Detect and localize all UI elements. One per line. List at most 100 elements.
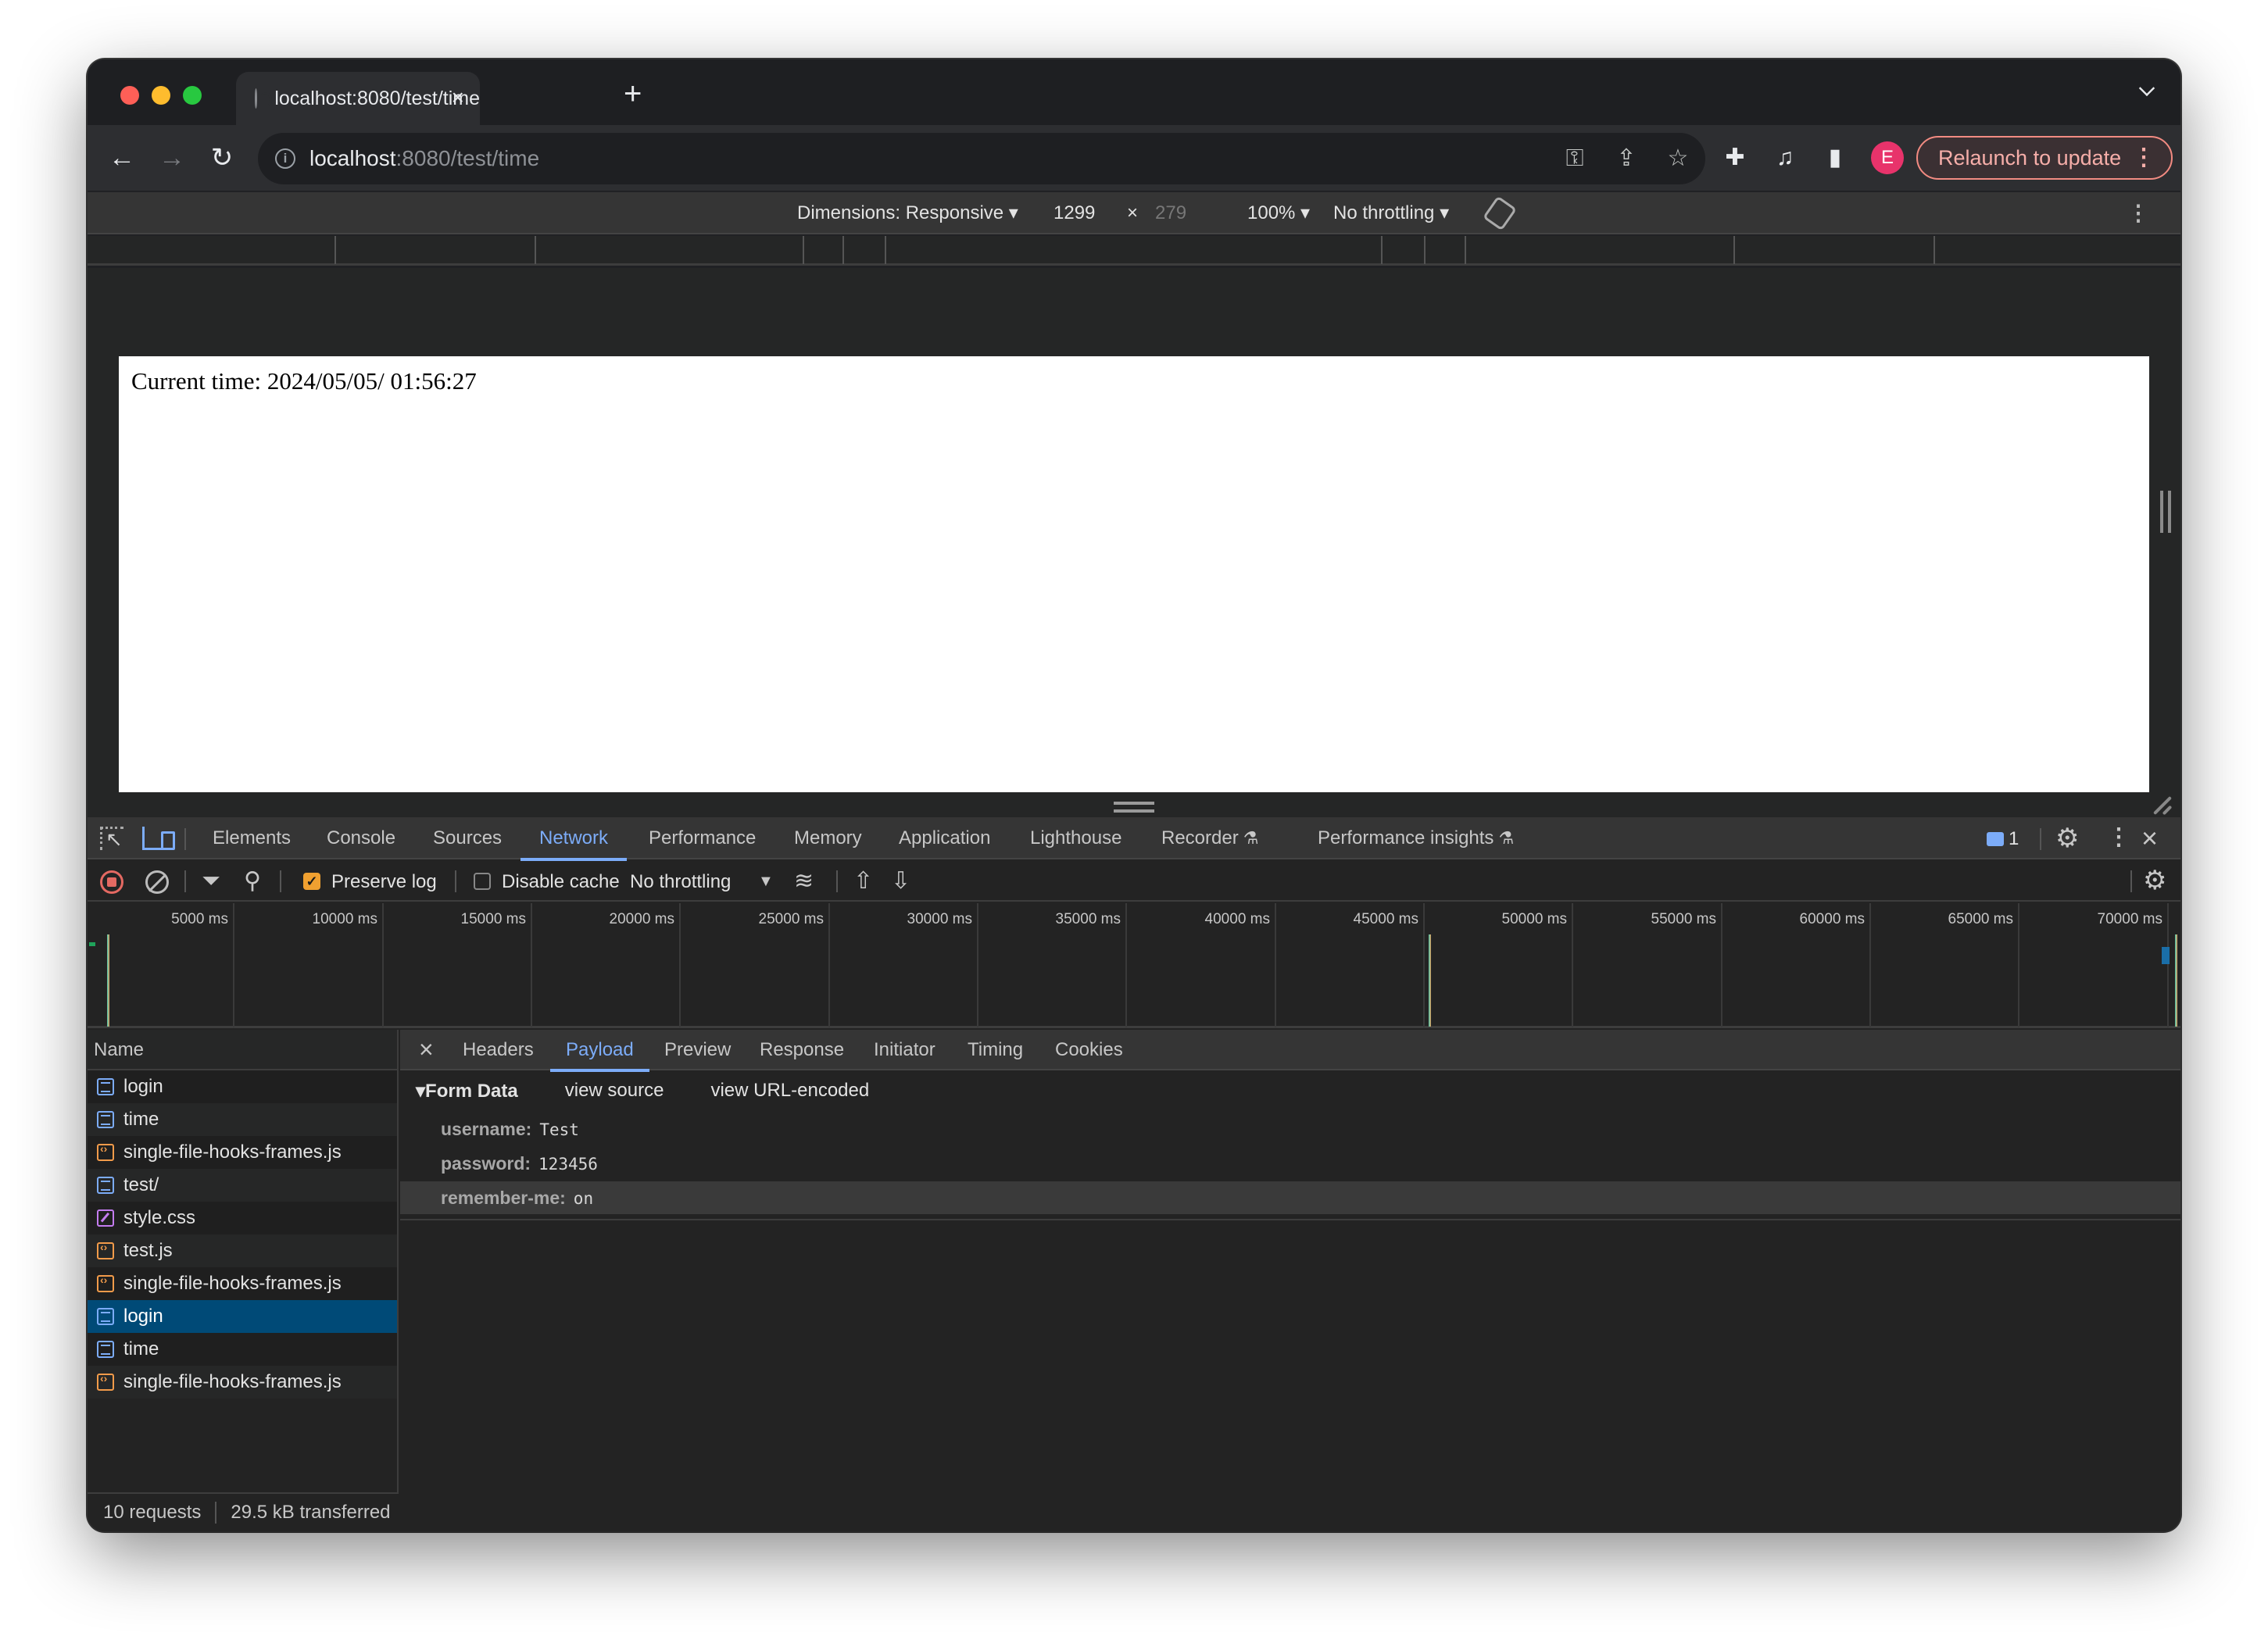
browser-tab[interactable]: localhost:8080/test/time × (236, 72, 480, 125)
network-settings-gear-icon[interactable]: ⚙ (2143, 867, 2166, 894)
minimize-window-button[interactable] (152, 86, 170, 105)
viewport-corner-resize-handle[interactable] (2152, 796, 2173, 813)
viewport-width-resize-handle[interactable] (2160, 491, 2171, 533)
request-name: login (123, 1076, 163, 1097)
back-button[interactable]: ← (105, 141, 139, 175)
stop-recording-icon[interactable] (100, 870, 123, 894)
inspect-element-icon[interactable] (100, 827, 123, 852)
request-row[interactable]: single-file-hooks-frames.js (88, 1366, 397, 1399)
export-har-download-icon[interactable]: ⇩ (891, 867, 910, 895)
request-row[interactable]: test.js (88, 1234, 397, 1267)
close-tab-icon[interactable]: × (452, 86, 464, 109)
relaunch-to-update-button[interactable]: Relaunch to update ⋮ (1916, 136, 2173, 180)
request-details-panel: × Headers Payload Preview Response Initi… (400, 1030, 2180, 1531)
form-field-value: 123456 (538, 1155, 598, 1174)
chevron-down-icon[interactable]: ▼ (758, 867, 774, 895)
tab-recorder[interactable]: Recorder ⚗ (1161, 817, 1258, 859)
tab-initiator[interactable]: Initiator (874, 1030, 935, 1070)
import-har-upload-icon[interactable]: ⇧ (853, 867, 873, 895)
network-toolbar: ⏷ ⚲ ✓ Preserve log Disable cache No thro… (88, 861, 2180, 902)
form-field-value: on (573, 1189, 594, 1208)
form-field-key: username: (441, 1119, 532, 1139)
tab-cookies[interactable]: Cookies (1055, 1030, 1123, 1070)
tab-performance-insights[interactable]: Performance insights ⚗ (1318, 817, 1514, 859)
url-host: localhost (309, 146, 396, 170)
overview-tick-label: 70000 ms (2097, 911, 2162, 927)
search-icon[interactable]: ⚲ (244, 867, 261, 895)
forward-button[interactable]: → (155, 141, 189, 175)
overview-request-bar (107, 934, 109, 1027)
issues-counter[interactable]: 1 (1987, 828, 2019, 850)
tab-payload[interactable]: Payload (550, 1030, 649, 1072)
zoom-dropdown[interactable]: 100% ▾ (1247, 202, 1310, 225)
network-conditions-wifi-icon[interactable]: ≋ (794, 867, 814, 895)
share-icon[interactable]: ⇪ (1615, 142, 1638, 175)
form-data-toggle[interactable]: ▾Form Data (416, 1080, 518, 1102)
extensions-puzzle-icon[interactable]: ✚ (1721, 141, 1749, 175)
request-row[interactable]: login (88, 1070, 397, 1103)
tab-response[interactable]: Response (760, 1030, 844, 1070)
tab-lighthouse[interactable]: Lighthouse (1030, 817, 1121, 859)
close-details-icon[interactable]: × (419, 1036, 434, 1063)
tab-headers[interactable]: Headers (463, 1030, 534, 1070)
tab-memory[interactable]: Memory (794, 817, 862, 859)
height-input[interactable]: 279 (1155, 202, 1186, 225)
transferred-size: 29.5 kB transferred (231, 1502, 391, 1523)
message-icon (1987, 832, 2004, 846)
request-row[interactable]: single-file-hooks-frames.js (88, 1136, 397, 1169)
clear-icon[interactable] (145, 870, 169, 894)
overview-gridline (2018, 903, 2019, 1028)
view-source-link[interactable]: view source (565, 1080, 664, 1102)
star-icon[interactable]: ☆ (1666, 142, 1690, 175)
overview-tick-label: 5000 ms (171, 911, 228, 927)
tab-console[interactable]: Console (327, 817, 395, 859)
tab-search-chevron-icon[interactable] (2138, 80, 2155, 97)
tab-sources[interactable]: Sources (433, 817, 502, 859)
tab-timing[interactable]: Timing (968, 1030, 1023, 1070)
request-row[interactable]: style.css (88, 1202, 397, 1234)
more-vert-icon[interactable]: ⋮ (2132, 145, 2155, 171)
overview-gridline (1125, 903, 1127, 1028)
preserve-log-checkbox[interactable]: ✓ (303, 873, 320, 890)
tab-network[interactable]: Network (520, 817, 628, 861)
media-control-icon[interactable]: ♫ (1771, 141, 1799, 175)
close-window-button[interactable] (120, 86, 139, 105)
form-field-value: Test (539, 1120, 579, 1139)
maximize-window-button[interactable] (183, 86, 202, 105)
form-field-row: remember-me: on (400, 1181, 2180, 1214)
info-icon[interactable]: i (275, 148, 295, 169)
tab-preview[interactable]: Preview (664, 1030, 731, 1070)
request-row[interactable]: single-file-hooks-frames.js (88, 1267, 397, 1300)
request-row[interactable]: login (88, 1300, 397, 1333)
key-icon[interactable]: ⚿ (1563, 142, 1587, 175)
disable-cache-checkbox[interactable] (474, 873, 491, 890)
device-throttling-dropdown[interactable]: No throttling ▾ (1333, 202, 1449, 225)
profile-avatar[interactable]: E (1871, 141, 1904, 174)
name-column-header[interactable]: Name (88, 1030, 397, 1070)
reload-button[interactable]: ↻ (205, 141, 239, 175)
devtools-more-icon[interactable]: ⋮ (2107, 824, 2130, 851)
tab-performance[interactable]: Performance (649, 817, 756, 859)
side-panel-icon[interactable]: ▮ (1821, 141, 1849, 175)
request-row[interactable]: test/ (88, 1169, 397, 1202)
address-bar[interactable]: i localhost:8080/test/time ⚿ ⇪ ☆ (258, 133, 1705, 184)
close-devtools-icon[interactable]: × (2141, 822, 2158, 855)
request-row[interactable]: time (88, 1333, 397, 1366)
divider (400, 1219, 2180, 1220)
devtools-resize-handle[interactable] (1114, 802, 1154, 813)
tab-application[interactable]: Application (899, 817, 990, 859)
request-row[interactable]: time (88, 1103, 397, 1136)
settings-gear-icon[interactable]: ⚙ (2055, 825, 2079, 852)
width-input[interactable]: 1299 (1054, 202, 1095, 225)
rotate-icon[interactable] (1482, 195, 1518, 231)
network-throttling-dropdown[interactable]: No throttling (630, 870, 731, 894)
network-overview-timeline[interactable]: 5000 ms 10000 ms 15000 ms 20000 ms 25000 ms 3… (88, 903, 2180, 1028)
new-tab-button[interactable]: + (624, 78, 642, 109)
filter-icon[interactable]: ⏷ (202, 867, 220, 895)
view-url-encoded-link[interactable]: view URL-encoded (710, 1080, 869, 1102)
overview-tick-label: 20000 ms (609, 911, 674, 927)
device-more-icon[interactable]: ⋮ (2127, 200, 2149, 226)
tab-elements[interactable]: Elements (213, 817, 291, 859)
dimensions-dropdown[interactable]: Dimensions: Responsive ▾ (797, 202, 1018, 225)
device-toggle-icon[interactable] (142, 827, 175, 850)
